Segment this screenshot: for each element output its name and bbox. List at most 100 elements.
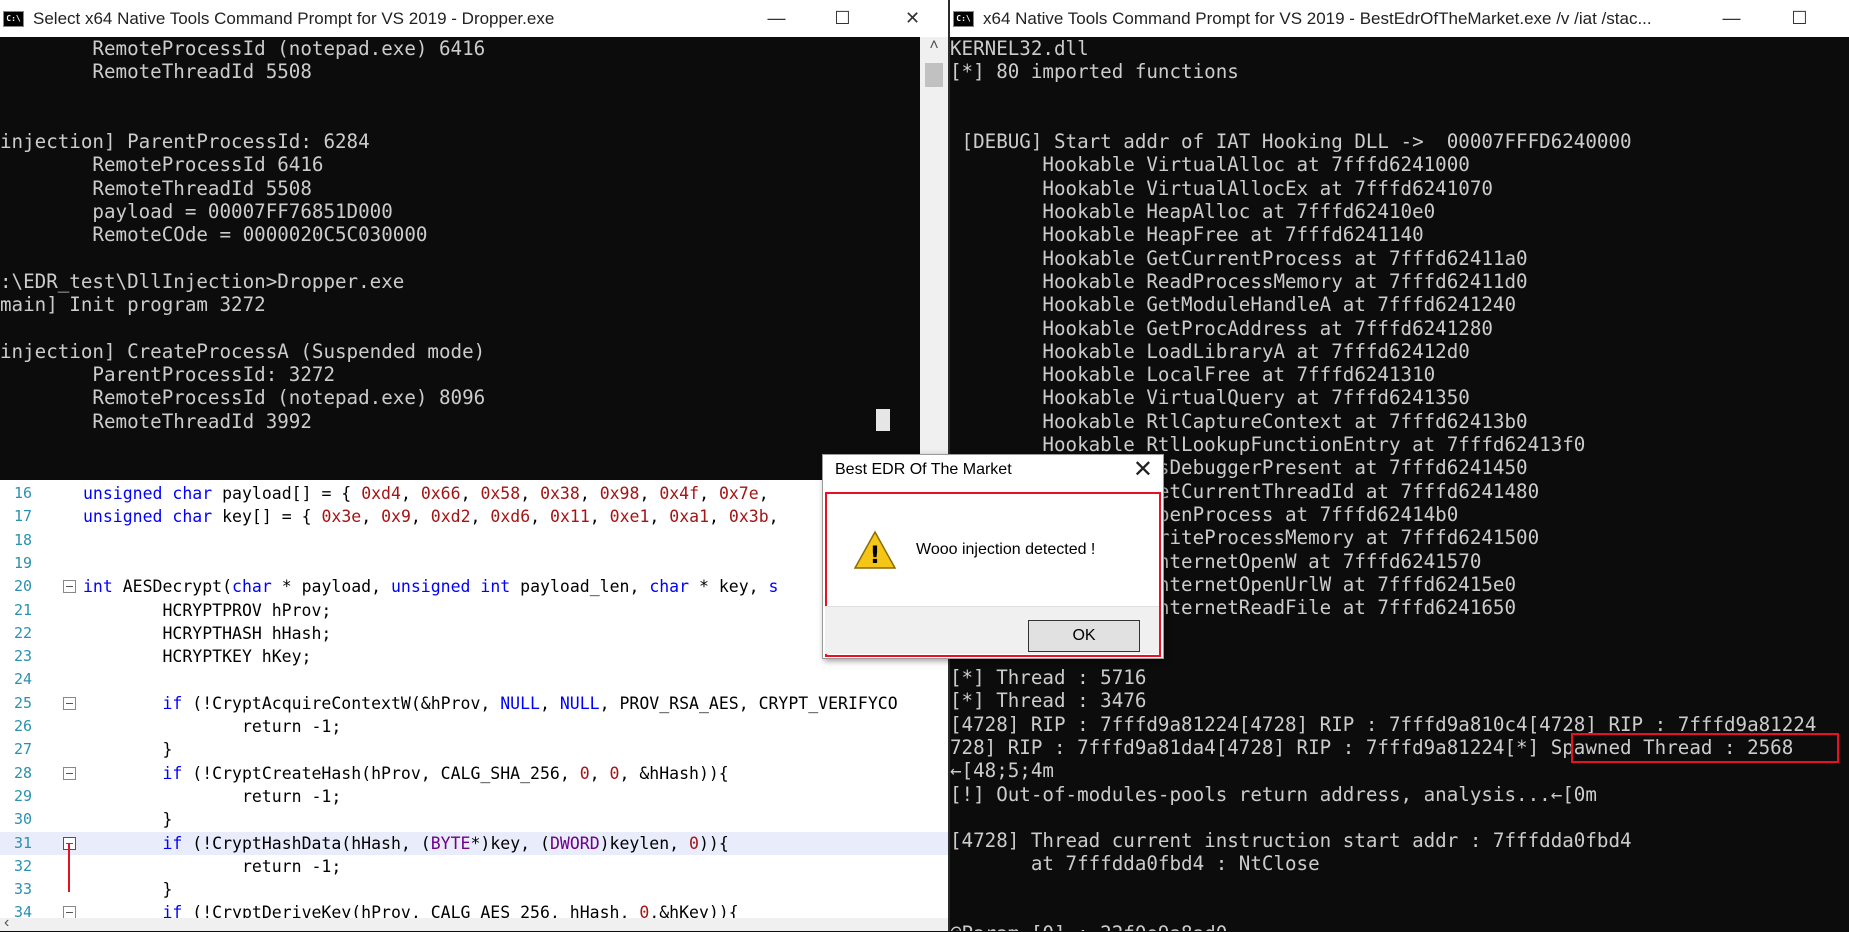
console-line: ←[48;5;4m [950, 759, 1054, 783]
console-line: Hookable VirtualAllocEx at 7fffd6241070 [950, 176, 1493, 200]
line-number: 30 [13, 810, 32, 829]
code-line[interactable]: 20 int AESDecrypt(char * payload, unsigne… [0, 575, 948, 598]
code-line[interactable]: 27 } [0, 738, 948, 761]
line-number: 17 [13, 507, 32, 526]
dialog-close-icon[interactable]: ✕ [1133, 455, 1153, 484]
code-text: return -1; [83, 856, 342, 876]
fold-toggle-icon[interactable] [63, 766, 76, 780]
code-line[interactable]: 32 return -1; [0, 855, 948, 878]
code-line[interactable]: 21 HCRYPTPROV hProv; [0, 599, 948, 622]
scroll-thumb[interactable] [925, 63, 943, 87]
console-line: [4728] RIP : 7fffd9a81224[4728] RIP : 7f… [950, 712, 1817, 736]
code-text: HCRYPTHASH hHash; [83, 623, 332, 643]
console-line: Hookable HeapAlloc at 7fffd62410e0 [950, 200, 1436, 224]
console-line: KERNEL32.dll [950, 37, 1089, 60]
line-number: 32 [13, 856, 32, 875]
code-line[interactable]: 22 HCRYPTHASH hHash; [0, 622, 948, 645]
editor-horizontal-scrollbar[interactable]: ‹ [0, 914, 948, 931]
line-number: 19 [13, 553, 32, 572]
code-text: int AESDecrypt(char * payload, unsigned … [83, 577, 779, 597]
line-number: 25 [13, 693, 32, 712]
console-line: :\EDR_test\DllInjection>Dropper.exe [0, 269, 405, 293]
line-number: 28 [13, 763, 32, 782]
left-console-output[interactable]: RemoteProcessId (notepad.exe) 6416 Remot… [0, 37, 920, 480]
console-line: 728] RIP : 7fffd9a81da4[4728] RIP : 7fff… [950, 735, 1794, 759]
line-number: 26 [13, 717, 32, 735]
maximize-icon[interactable]: ☐ [1772, 0, 1827, 37]
current-code-line[interactable]: 31 if (!CryptHashData(hHash, (BYTE*)key,… [0, 831, 948, 855]
right-title-bar[interactable]: C:\ x64 Native Tools Command Prompt for … [950, 0, 1849, 37]
code-line[interactable]: 26 return -1; [0, 715, 948, 738]
console-line: RemoteThreadId 3992 [0, 409, 312, 433]
line-number: 22 [13, 623, 32, 642]
code-line[interactable]: 16 unsigned char payload[] = { 0xd4, 0x66… [0, 482, 948, 505]
console-line: [*] 80 imported functions [950, 60, 1239, 84]
text-cursor [876, 409, 890, 431]
console-line: [DEBUG] Start addr of IAT Hooking DLL ->… [950, 130, 1632, 154]
code-text: HCRYPTKEY hKey; [83, 647, 312, 667]
console-line: Hookable LocalFree at 7fffd6241310 [950, 363, 1436, 387]
console-icon: C:\ [3, 11, 24, 27]
alert-dialog[interactable]: Best EDR Of The Market ✕ ! Wooo injectio… [822, 454, 1164, 659]
code-line[interactable]: 18 [0, 529, 948, 552]
console-line: Hookable GetCurrentProcess at 7fffd62411… [950, 246, 1528, 270]
console-line: Hookable RtlCaptureContext at 7fffd62413… [950, 409, 1528, 433]
minimize-icon[interactable]: — [1704, 0, 1759, 37]
dialog-title: Best EDR Of The Market [835, 461, 1012, 478]
minimize-icon[interactable]: — [749, 0, 804, 37]
console-line: RemoteThreadId 5508 [0, 176, 312, 200]
left-title-bar[interactable]: C:\ Select x64 Native Tools Command Prom… [0, 0, 948, 37]
console-line: Hookable GetProcAddress at 7fffd6241280 [950, 316, 1493, 340]
ok-button[interactable]: OK [1028, 620, 1140, 652]
code-line[interactable]: 17 unsigned char key[] = { 0x3e, 0x9, 0xd… [0, 505, 948, 528]
dialog-message: Wooo injection detected ! [916, 541, 1096, 558]
console-line: main] Init program 3272 [0, 293, 266, 317]
code-line[interactable]: 23 HCRYPTKEY hKey; [0, 645, 948, 668]
console-line: [*] Thread : 3476 [950, 689, 1147, 713]
console-line: Hookable LoadLibraryA at 7fffd62412d0 [950, 339, 1470, 363]
change-marker [68, 843, 70, 892]
code-editor[interactable]: 16 unsigned char payload[] = { 0xd4, 0x66… [0, 480, 948, 920]
fold-toggle-icon[interactable] [63, 696, 76, 710]
code-line[interactable]: 30 } [0, 808, 948, 831]
scroll-left-icon[interactable]: ‹ [4, 914, 9, 932]
left-vertical-scrollbar[interactable]: ˄ [920, 37, 948, 480]
console-line: RemoteProcessId (notepad.exe) 6416 [0, 37, 486, 60]
line-number: 31 [13, 833, 32, 852]
console-line: injection] ParentProcessId: 6284 [0, 130, 370, 154]
console-line: Hookable RtlLookupFunctionEntry at 7fffd… [950, 433, 1586, 457]
console-line: ParentProcessId: 3272 [0, 363, 336, 387]
code-text: if (!CryptHashData(hHash, (BYTE*)key, (D… [162, 833, 729, 853]
warning-icon: ! [853, 530, 897, 569]
right-window-title: x64 Native Tools Command Prompt for VS 2… [983, 9, 1652, 28]
left-console-window[interactable]: C:\ Select x64 Native Tools Command Prom… [0, 0, 948, 480]
svg-text:!: ! [870, 541, 881, 569]
line-number: 20 [13, 577, 32, 596]
fold-toggle-icon[interactable] [63, 580, 76, 594]
line-number: 16 [13, 484, 32, 502]
console-icon: C:\ [953, 11, 974, 27]
code-text: unsigned char key[] = { 0x3e, 0x9, 0xd2,… [83, 507, 779, 527]
code-line[interactable]: 29 return -1; [0, 785, 948, 808]
code-text: } [83, 740, 173, 760]
console-line: Hookable ReadProcessMemory at 7fffd62411… [950, 269, 1528, 293]
code-line[interactable]: 28 if (!CryptCreateHash(hProv, CALG_SHA_… [0, 762, 948, 785]
code-line[interactable]: 33 } [0, 878, 948, 901]
console-line: Hookable VirtualAlloc at 7fffd6241000 [950, 153, 1470, 177]
code-text: } [83, 810, 173, 830]
maximize-icon[interactable]: ☐ [815, 0, 870, 37]
close-icon[interactable]: ✕ [885, 0, 940, 37]
code-line[interactable]: 19 [0, 552, 948, 575]
scroll-up-icon[interactable]: ˄ [920, 37, 948, 57]
code-line[interactable]: 25 if (!CryptAcquireContextW(&hProv, NUL… [0, 692, 948, 715]
code-line[interactable]: 24 [0, 668, 948, 691]
code-text: if (!CryptCreateHash(hProv, CALG_SHA_256… [162, 763, 729, 783]
